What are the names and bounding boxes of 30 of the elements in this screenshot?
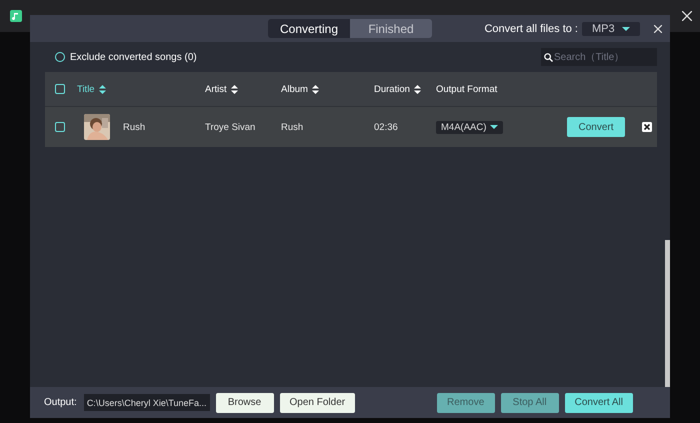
album-cell-text: Rush <box>281 122 304 132</box>
artist-cell-text: Troye Sivan <box>205 122 256 132</box>
output-path-field[interactable]: C:\Users\Cheryl Xie\TuneFa... <box>84 394 210 411</box>
output-label: Output: <box>44 397 77 408</box>
tab[interactable]: Converting <box>268 19 350 38</box>
close-icon[interactable] <box>654 24 662 32</box>
format-dropdown[interactable]: MP3 <box>582 22 640 36</box>
search-icon <box>544 53 553 62</box>
app-logo-icon <box>10 10 22 22</box>
footer-button[interactable]: Convert All <box>564 392 633 412</box>
convert-all-label: Convert all files to : <box>484 22 578 34</box>
row-checkbox[interactable] <box>55 122 65 132</box>
delete-icon[interactable] <box>642 122 652 132</box>
footer-button[interactable]: Open Folder <box>280 392 356 412</box>
footer-button[interactable]: Browse <box>216 392 274 412</box>
column-header[interactable]: Duration <box>374 84 421 94</box>
column-header[interactable]: Title <box>77 84 106 94</box>
convert-button[interactable]: Convert <box>567 117 625 137</box>
duration-cell-text: 02:36 <box>374 122 399 132</box>
select-all-checkbox[interactable] <box>55 84 65 94</box>
tab[interactable]: Finished <box>350 19 432 38</box>
scrollbar[interactable] <box>665 240 670 387</box>
column-header: Output Format <box>436 84 498 94</box>
output-format-dropdown[interactable]: M4A(AAC) <box>436 120 504 134</box>
exclude-option[interactable]: Exclude converted songs (0) <box>55 52 197 62</box>
close-icon[interactable] <box>682 11 692 21</box>
column-header[interactable]: Artist <box>205 84 238 94</box>
title-cell: Rush <box>123 122 146 132</box>
search-field[interactable]: Search（Title） <box>541 48 657 66</box>
column-header[interactable]: Album <box>281 84 319 94</box>
